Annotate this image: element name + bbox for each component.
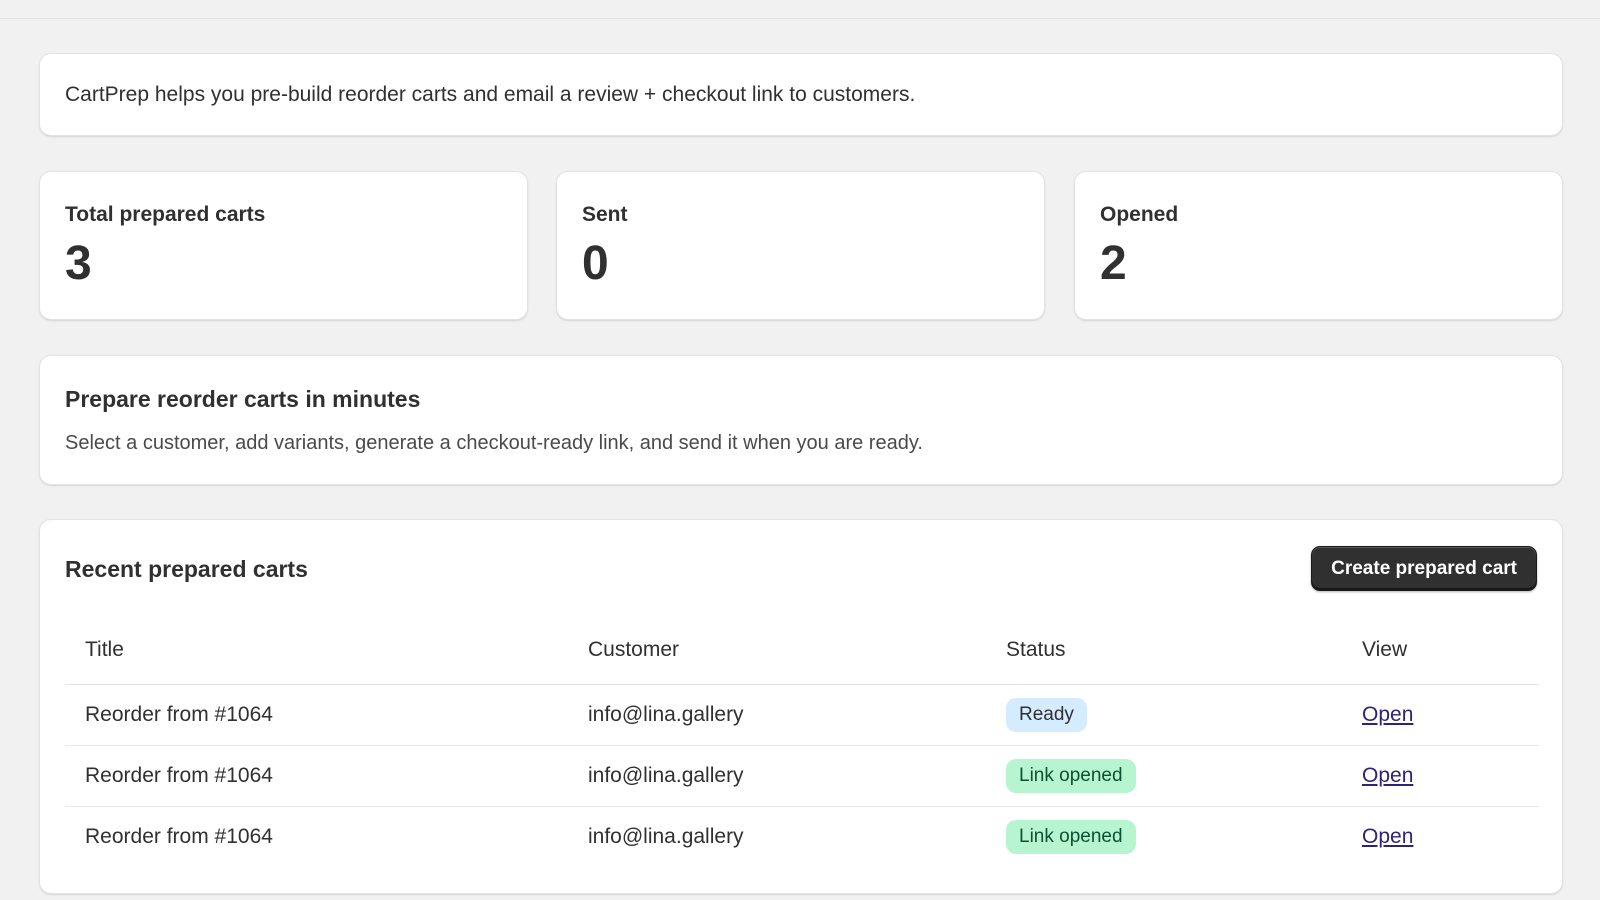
table-row: Reorder from #1064 info@lina.gallery Rea… — [65, 684, 1539, 746]
open-link[interactable]: Open — [1362, 703, 1413, 726]
promo-card: Prepare reorder carts in minutes Select … — [39, 355, 1563, 485]
stat-label-opened: Opened — [1100, 203, 1179, 226]
status-badge: Link opened — [1006, 758, 1136, 793]
stat-value-opened: 2 — [1100, 237, 1127, 290]
column-header-view: View — [1342, 616, 1539, 685]
cart-title: Reorder from #1064 — [85, 824, 273, 848]
intro-banner: CartPrep helps you pre-build reorder car… — [39, 53, 1563, 136]
column-header-title: Title — [65, 616, 568, 685]
cart-title: Reorder from #1064 — [65, 684, 568, 746]
table-row: Reorder from #1064 info@lina.gallery Lin… — [65, 745, 1539, 807]
stat-value-sent: 0 — [582, 237, 609, 290]
recent-carts-card: Recent prepared carts Create prepared ca… — [39, 519, 1563, 894]
column-header-status: Status — [986, 616, 1342, 685]
create-prepared-cart-button[interactable]: Create prepared cart — [1311, 546, 1537, 591]
promo-body: Select a customer, add variants, generat… — [65, 432, 923, 454]
status-badge: Link opened — [1006, 819, 1136, 854]
cart-title: Reorder from #1064 — [65, 745, 568, 807]
open-link[interactable]: Open — [1362, 764, 1413, 787]
stat-card-opened: Opened 2 — [1074, 171, 1563, 320]
cart-customer: info@lina.gallery — [568, 745, 986, 807]
table-header-row: Title Customer Status View — [65, 616, 1539, 685]
promo-heading: Prepare reorder carts in minutes — [65, 386, 421, 412]
table-row: Reorder from #1064 info@lina.gallery Lin… — [65, 806, 1539, 867]
status-badge: Ready — [1006, 697, 1087, 732]
open-link[interactable]: Open — [1362, 825, 1413, 848]
prepared-carts-table: Title Customer Status View Reorder from … — [65, 616, 1539, 867]
cart-customer: info@lina.gallery — [588, 824, 744, 848]
cart-customer: info@lina.gallery — [568, 684, 986, 746]
top-divider — [0, 0, 1600, 19]
stat-value-total: 3 — [65, 237, 92, 290]
stat-card-sent: Sent 0 — [556, 171, 1045, 320]
recent-carts-heading: Recent prepared carts — [65, 556, 308, 582]
intro-text: CartPrep helps you pre-build reorder car… — [65, 83, 916, 106]
stat-label-sent: Sent — [582, 203, 628, 226]
stat-card-total: Total prepared carts 3 — [39, 171, 528, 320]
stat-label-total: Total prepared carts — [65, 203, 266, 226]
column-header-customer: Customer — [568, 616, 986, 685]
